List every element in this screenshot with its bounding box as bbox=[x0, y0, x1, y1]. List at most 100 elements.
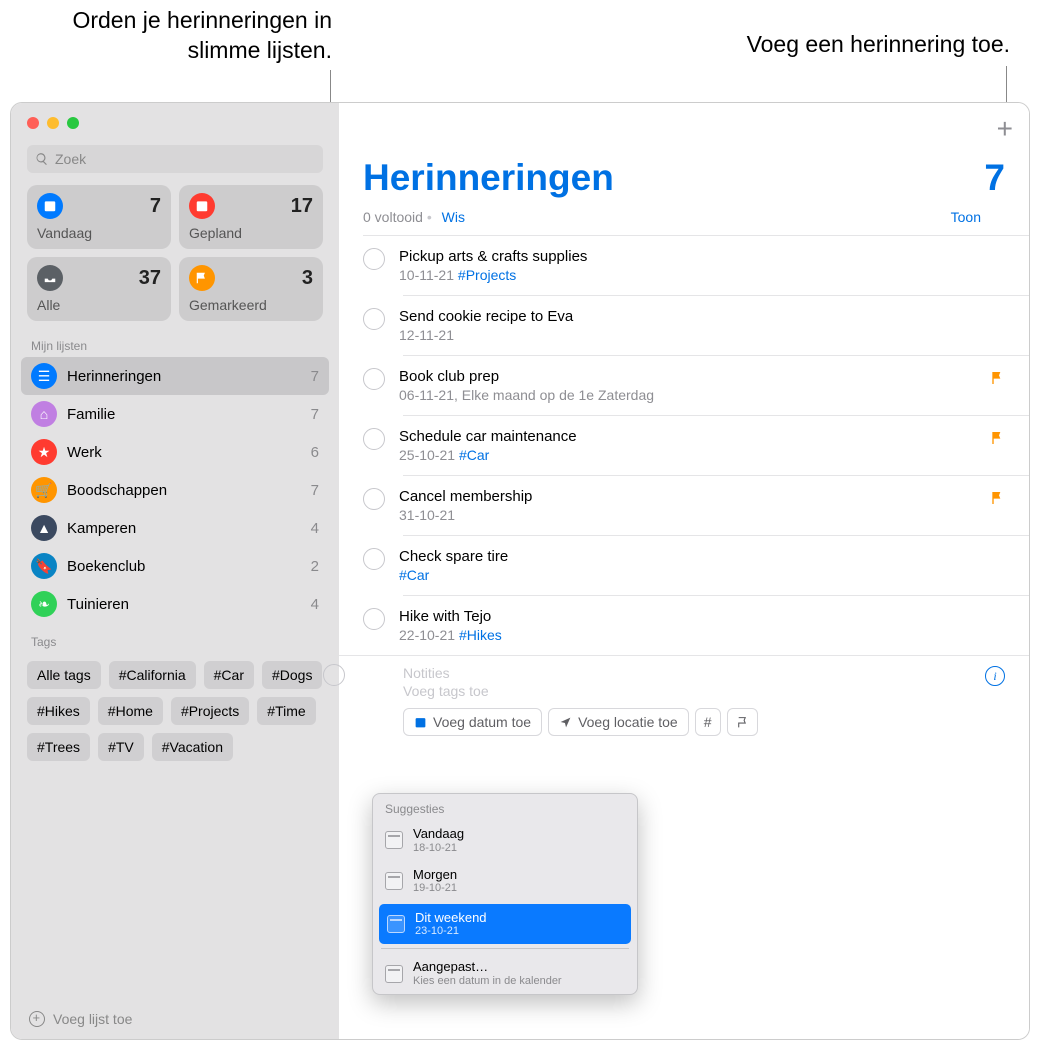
list-icon: 🔖 bbox=[31, 553, 57, 579]
list-name: Herinneringen bbox=[67, 368, 161, 385]
tag-pill[interactable]: #Projects bbox=[171, 697, 249, 725]
list-name: Boekenclub bbox=[67, 558, 145, 575]
reminder-meta: 12-11-21 bbox=[399, 327, 573, 343]
list-count: 4 bbox=[311, 520, 319, 537]
sidebar: Zoek 7 Vandaag 17 Gepland 37 bbox=[11, 103, 339, 1039]
tag-pill[interactable]: Alle tags bbox=[27, 661, 101, 689]
reminder-item[interactable]: Pickup arts & crafts supplies 10-11-21 #… bbox=[403, 236, 1029, 295]
reminder-checkbox[interactable] bbox=[363, 608, 385, 630]
calendar-icon bbox=[414, 716, 427, 729]
list-icon: ☰ bbox=[31, 363, 57, 389]
suggestion-item[interactable]: Vandaag18-10-21 bbox=[373, 820, 637, 861]
add-flag-button[interactable] bbox=[727, 708, 758, 736]
tag-pill[interactable]: #Vacation bbox=[152, 733, 233, 761]
list-name: Familie bbox=[67, 406, 115, 423]
tag-pill[interactable]: #Home bbox=[98, 697, 163, 725]
list-icon: ❧ bbox=[31, 591, 57, 617]
minimize-button[interactable] bbox=[47, 117, 59, 129]
sidebar-list-werk[interactable]: ★Werk6 bbox=[21, 433, 329, 471]
reminder-title: Pickup arts & crafts supplies bbox=[399, 248, 587, 265]
list-name: Boodschappen bbox=[67, 482, 167, 499]
divider bbox=[381, 948, 629, 949]
list-name: Tuinieren bbox=[67, 596, 129, 613]
reminder-item[interactable]: Cancel membership 31-10-21 bbox=[403, 475, 1029, 535]
location-icon bbox=[559, 716, 572, 729]
suggestion-item[interactable]: Morgen19-10-21 bbox=[373, 861, 637, 902]
show-completed-button[interactable]: Toon bbox=[951, 209, 981, 225]
sidebar-list-herinneringen[interactable]: ☰ Herinneringen 7 bbox=[21, 357, 329, 395]
reminder-item[interactable]: Send cookie recipe to Eva 12-11-21 bbox=[403, 295, 1029, 355]
list-title: Herinneringen bbox=[363, 157, 614, 199]
reminder-tag[interactable]: #Hikes bbox=[459, 627, 502, 643]
reminder-title: Book club prep bbox=[399, 368, 654, 385]
reminder-tag[interactable]: #Car bbox=[459, 447, 489, 463]
reminder-item[interactable]: Book club prep 06-11-21, Elke maand op d… bbox=[403, 355, 1029, 415]
tag-pill[interactable]: #Dogs bbox=[262, 661, 322, 689]
add-reminder-button[interactable]: + bbox=[997, 113, 1013, 145]
reminder-checkbox[interactable] bbox=[363, 428, 385, 450]
tag-pill[interactable]: #Time bbox=[257, 697, 315, 725]
sidebar-list-tuinieren[interactable]: ❧ Tuinieren 4 bbox=[21, 585, 329, 623]
add-date-button[interactable]: Voeg datum toe bbox=[403, 708, 542, 736]
smartlist-today[interactable]: 7 Vandaag bbox=[27, 185, 171, 249]
reminder-checkbox[interactable] bbox=[363, 308, 385, 330]
list-count: 7 bbox=[311, 368, 319, 385]
list-name: Werk bbox=[67, 444, 102, 461]
tag-pill[interactable]: #Hikes bbox=[27, 697, 90, 725]
reminder-checkbox[interactable] bbox=[363, 488, 385, 510]
sidebar-list-kamperen[interactable]: ▲Kamperen4 bbox=[21, 509, 329, 547]
sidebar-list-boodschappen[interactable]: 🛒 Boodschappen 7 bbox=[21, 471, 329, 509]
smartlist-grid: 7 Vandaag 17 Gepland 37 Alle bbox=[11, 185, 339, 333]
reminder-meta: 06-11-21, Elke maand op de 1e Zaterdag bbox=[399, 387, 654, 403]
close-button[interactable] bbox=[27, 117, 39, 129]
search-input[interactable]: Zoek bbox=[27, 145, 323, 173]
tag-pill[interactable]: #TV bbox=[98, 733, 144, 761]
reminder-title: Check spare tire bbox=[399, 548, 508, 565]
add-list-button[interactable]: Voeg lijst toe bbox=[11, 999, 339, 1039]
tag-pill[interactable]: #Car bbox=[204, 661, 254, 689]
notes-input[interactable]: Notities bbox=[403, 664, 1005, 682]
list-icon: 🛒 bbox=[31, 477, 57, 503]
reminder-checkbox[interactable] bbox=[363, 248, 385, 270]
mylists-header: Mijn lijsten bbox=[11, 333, 339, 357]
calendar-icon bbox=[189, 193, 215, 219]
reminder-item[interactable]: Hike with Tejo 22-10-21 #Hikes bbox=[403, 595, 1029, 655]
tags-input[interactable]: Voeg tags toe bbox=[403, 682, 1005, 700]
clear-completed-button[interactable]: Wis bbox=[442, 209, 465, 225]
suggestion-item[interactable]: Dit weekend23-10-21 bbox=[379, 904, 631, 945]
calendar-icon bbox=[385, 872, 403, 890]
list-count: 7 bbox=[311, 406, 319, 423]
list-icon: ▲ bbox=[31, 515, 57, 541]
reminder-checkbox[interactable] bbox=[363, 368, 385, 390]
suggestion-label: Morgen bbox=[413, 867, 457, 883]
smartlist-all[interactable]: 37 Alle bbox=[27, 257, 171, 321]
smartlist-flagged[interactable]: 3 Gemarkeerd bbox=[179, 257, 323, 321]
suggestion-label: Vandaag bbox=[413, 826, 464, 842]
list-count: 7 bbox=[984, 157, 1005, 199]
list-count: 7 bbox=[311, 482, 319, 499]
reminder-tag[interactable]: #Projects bbox=[458, 267, 516, 283]
info-button[interactable]: i bbox=[985, 666, 1005, 686]
new-reminder-row[interactable]: i Notities Voeg tags toe Voeg datum toe … bbox=[339, 655, 1029, 746]
sidebar-list-familie[interactable]: ⌂ Familie 7 bbox=[21, 395, 329, 433]
reminder-checkbox[interactable] bbox=[323, 664, 345, 686]
suggestion-custom[interactable]: Aangepast… Kies een datum in de kalender bbox=[373, 953, 637, 994]
reminder-tag[interactable]: #Car bbox=[399, 567, 429, 583]
suggestion-date: 23-10-21 bbox=[415, 925, 487, 938]
reminder-meta: 10-11-21 #Projects bbox=[399, 267, 587, 283]
reminder-item[interactable]: Schedule car maintenance 25-10-21 #Car bbox=[403, 415, 1029, 475]
reminder-checkbox[interactable] bbox=[363, 548, 385, 570]
list-icon: ⌂ bbox=[31, 401, 57, 427]
add-tag-button[interactable]: # bbox=[695, 708, 721, 736]
tags-header: Tags bbox=[11, 629, 339, 653]
zoom-button[interactable] bbox=[67, 117, 79, 129]
tag-pill[interactable]: #California bbox=[109, 661, 196, 689]
smartlist-planned[interactable]: 17 Gepland bbox=[179, 185, 323, 249]
list-count: 6 bbox=[311, 444, 319, 461]
list-count: 4 bbox=[311, 596, 319, 613]
add-location-button[interactable]: Voeg locatie toe bbox=[548, 708, 689, 736]
tag-pill[interactable]: #Trees bbox=[27, 733, 90, 761]
window-controls bbox=[11, 103, 339, 137]
sidebar-list-boekenclub[interactable]: 🔖Boekenclub2 bbox=[21, 547, 329, 585]
reminder-item[interactable]: Check spare tire #Car bbox=[403, 535, 1029, 595]
